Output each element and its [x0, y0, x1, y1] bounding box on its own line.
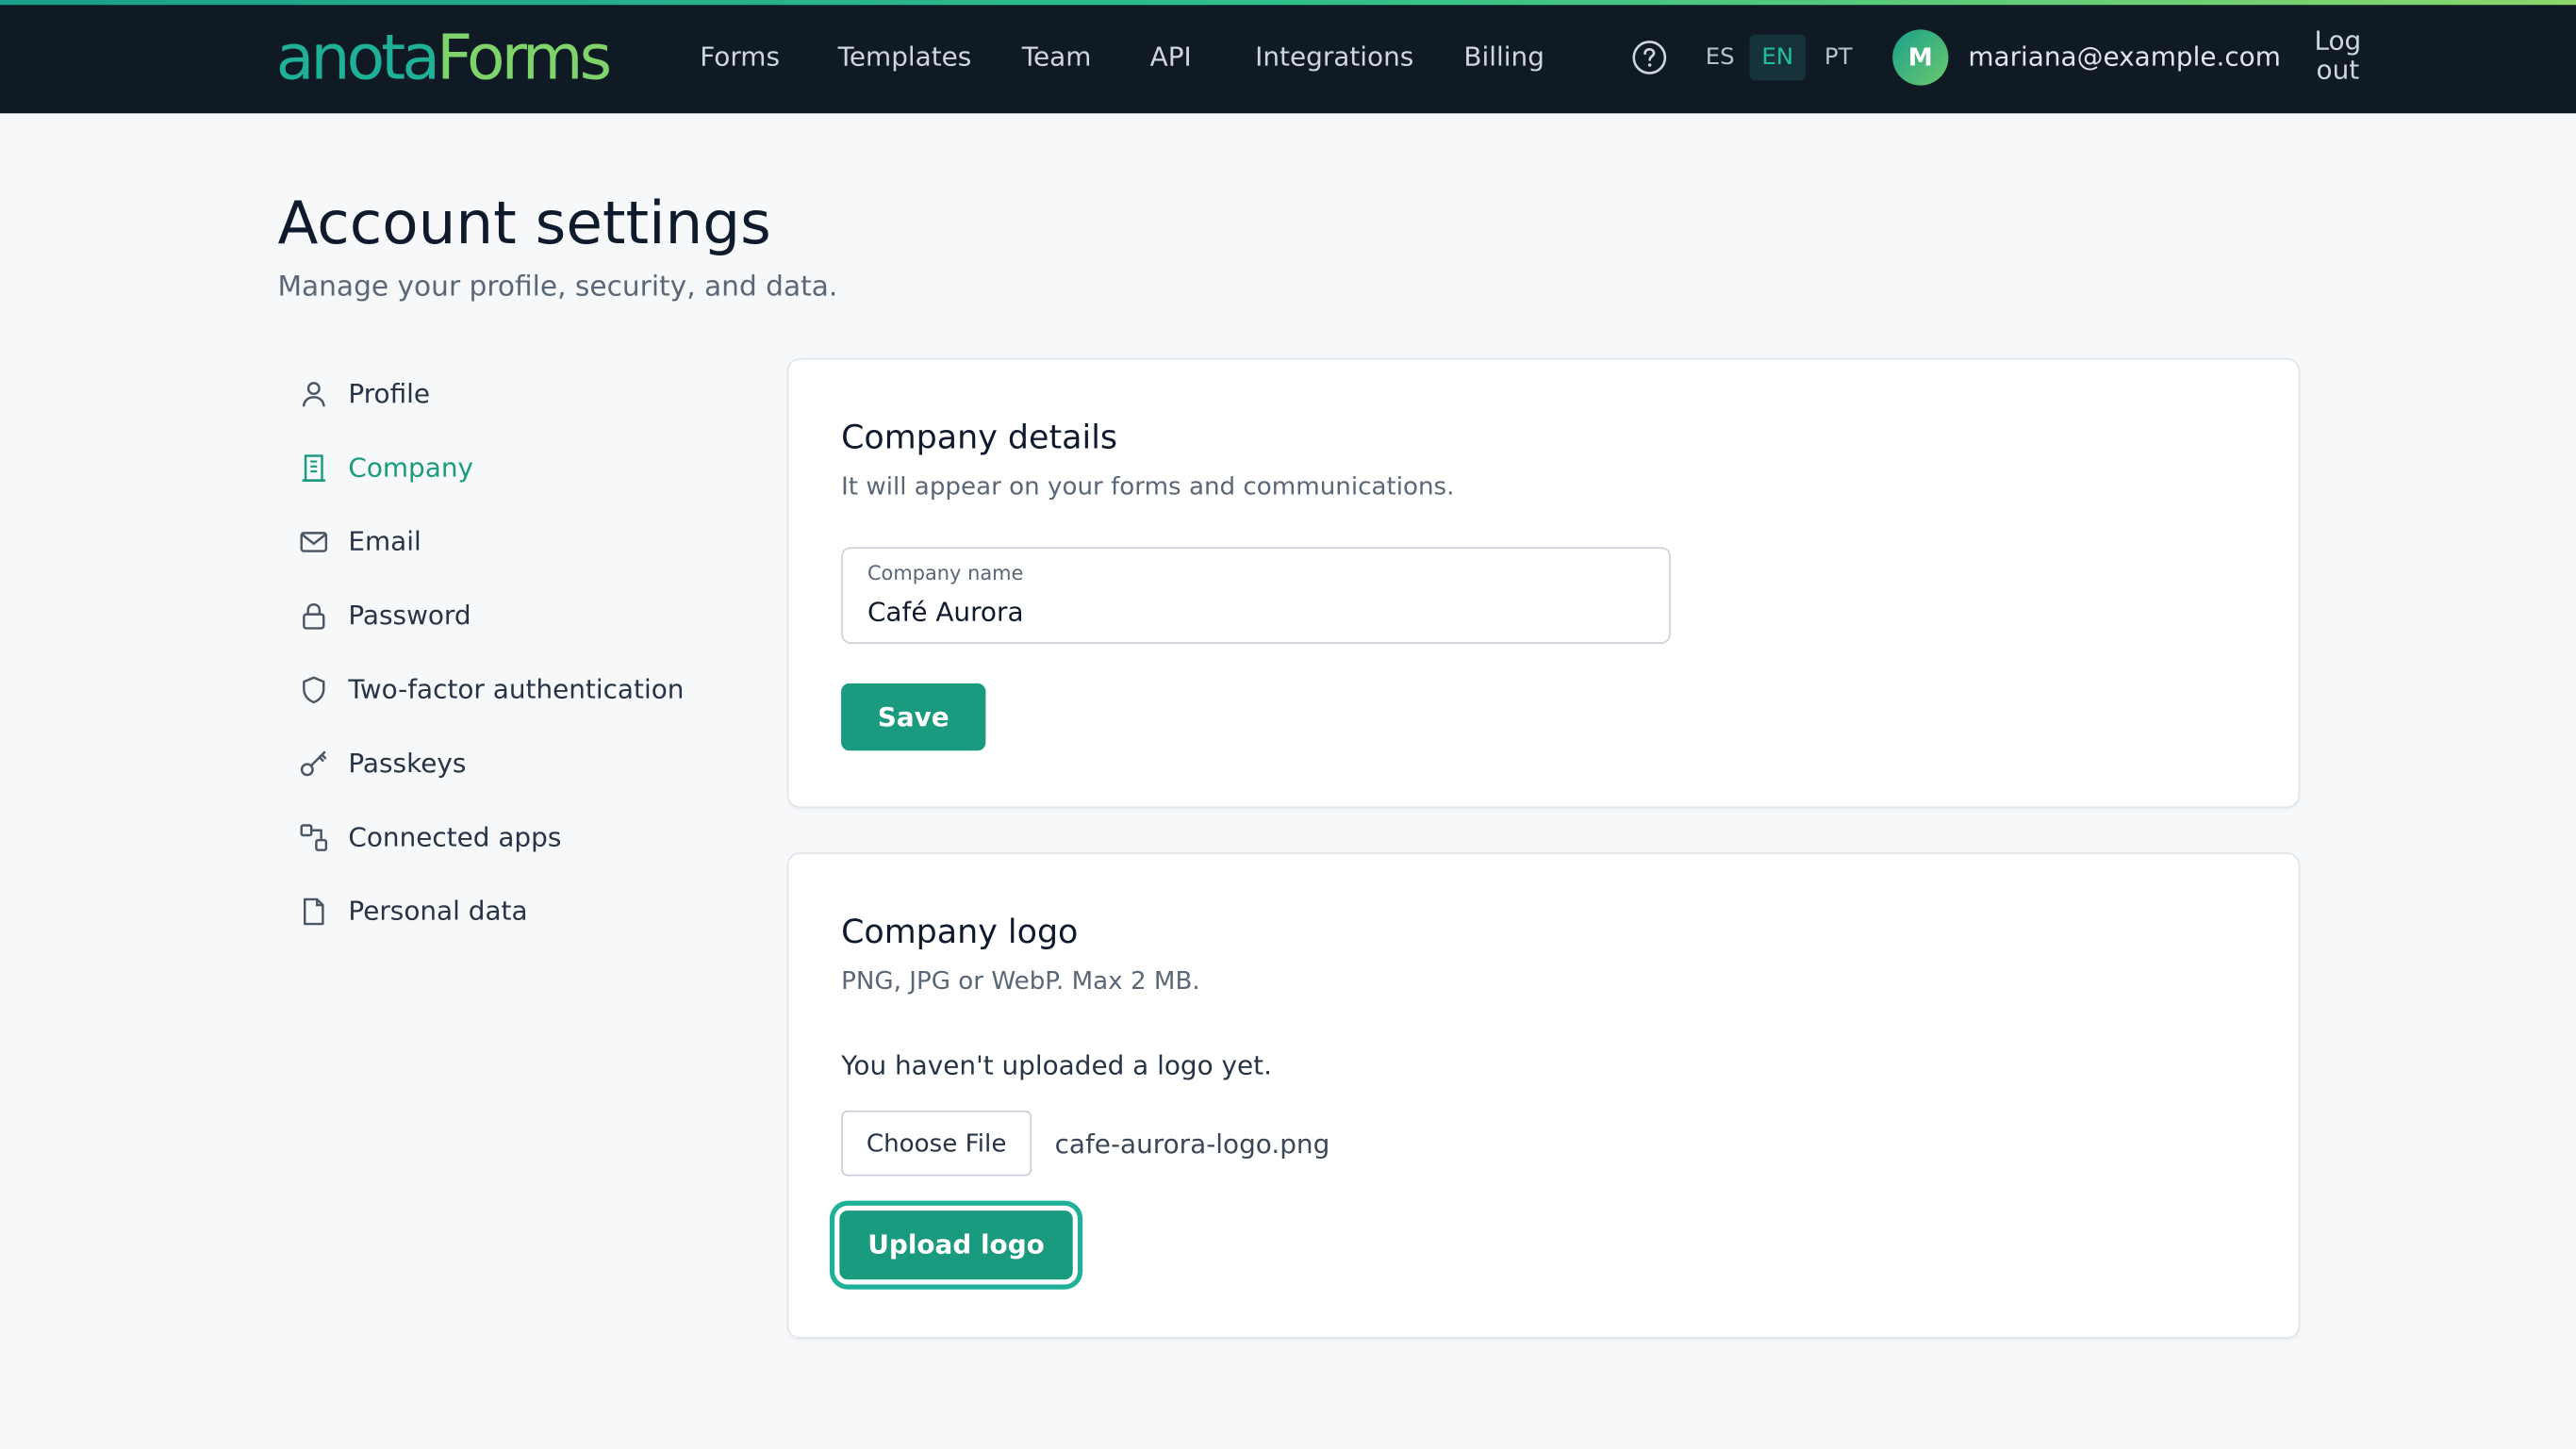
mail-icon	[300, 532, 328, 552]
company-details-title: Company details	[841, 417, 1118, 457]
nav-link-billing[interactable]: Billing	[1463, 40, 1544, 75]
building-icon	[302, 454, 325, 482]
page-subtitle: Manage your profile, security, and data.	[277, 271, 838, 305]
company-name-field: Company name	[841, 547, 1671, 644]
question-circle-icon[interactable]	[1631, 40, 1667, 75]
sidebar-item-label: Password	[348, 599, 471, 632]
nav-link-integrations[interactable]: Integrations	[1255, 40, 1413, 75]
file-icon	[303, 897, 324, 926]
sidebar-item-passkeys[interactable]: Passkeys	[296, 743, 723, 785]
company-details-card: Company details It will appear on your f…	[786, 357, 2301, 809]
logo-text-anota: anota	[275, 21, 440, 94]
company-logo-card: Company logo PNG, JPG or WebP. Max 2 MB.…	[786, 852, 2301, 1340]
sidebar-item-label: Two-factor authentication	[348, 673, 685, 705]
logout-button[interactable]: Log out	[2293, 25, 2382, 86]
sidebar-item-personal-data[interactable]: Personal data	[296, 890, 723, 932]
sidebar-item-label: Personal data	[348, 895, 528, 927]
sidebar-item-label: Email	[348, 525, 421, 557]
key-icon	[300, 750, 327, 777]
choose-file-button[interactable]: Choose File	[841, 1110, 1032, 1177]
language-option-es[interactable]: ES	[1693, 35, 1748, 81]
upload-logo-button[interactable]: Upload logo	[839, 1210, 1073, 1280]
user-avatar[interactable]: M	[1892, 29, 1949, 86]
logo-status-text: You haven't uploaded a logo yet.	[841, 1049, 1272, 1081]
selected-file-name: cafe-aurora-logo.png	[1054, 1128, 1330, 1161]
user-icon	[302, 382, 325, 407]
logo-text-forms: Forms	[437, 21, 612, 94]
shield-icon	[303, 676, 325, 704]
sidebar-item-label: Profile	[348, 377, 431, 409]
lock-icon	[303, 602, 325, 630]
company-name-input[interactable]	[867, 589, 1640, 633]
company-logo-title: Company logo	[841, 912, 1079, 951]
language-option-en[interactable]: EN	[1749, 34, 1806, 81]
top-navigation-bar: anotaForms Forms Templates Team API Inte…	[0, 0, 2576, 114]
save-button[interactable]: Save	[841, 683, 986, 751]
nav-link-forms[interactable]: Forms	[700, 40, 780, 75]
sidebar-item-email[interactable]: Email	[296, 520, 723, 563]
company-logo-description: PNG, JPG or WebP. Max 2 MB.	[841, 965, 1200, 996]
sidebar-item-label: Company	[348, 452, 474, 484]
sidebar-item-connected-apps[interactable]: Connected apps	[296, 816, 723, 859]
sidebar-item-label: Connected apps	[348, 821, 562, 853]
nav-link-api[interactable]: API	[1150, 40, 1192, 75]
nav-link-team[interactable]: Team	[1022, 40, 1092, 75]
language-option-pt[interactable]: PT	[1810, 35, 1866, 81]
sidebar-item-company[interactable]: Company	[296, 447, 723, 489]
user-email: mariana@example.com	[1968, 41, 2281, 73]
nav-link-templates[interactable]: Templates	[838, 40, 972, 75]
sidebar-item-profile[interactable]: Profile	[296, 373, 723, 416]
connected-apps-icon	[300, 824, 328, 851]
company-name-label: Company name	[867, 561, 1024, 585]
sidebar-item-password[interactable]: Password	[296, 595, 723, 637]
app-logo[interactable]: anotaForms	[275, 21, 612, 94]
company-details-description: It will appear on your forms and communi…	[841, 471, 1455, 502]
sidebar-item-label: Passkeys	[348, 747, 467, 779]
sidebar-item-two-factor[interactable]: Two-factor authentication	[296, 668, 723, 711]
page-title: Account settings	[277, 190, 771, 258]
topbar-accent-line	[0, 0, 2576, 6]
